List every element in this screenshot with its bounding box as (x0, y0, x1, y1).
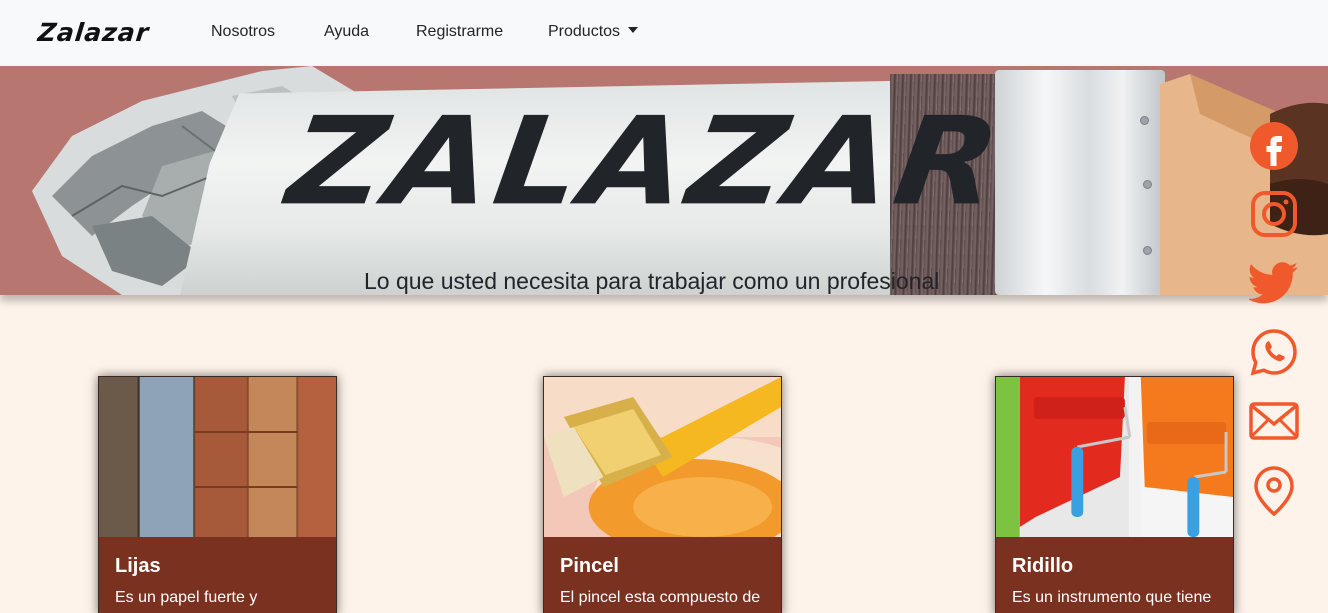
product-card-lijas[interactable]: Lijas Es un papel fuerte y (98, 376, 337, 613)
card-title: Pincel (560, 555, 619, 577)
instagram-icon[interactable] (1248, 190, 1300, 238)
sandpaper-image (99, 377, 336, 537)
twitter-icon[interactable] (1248, 262, 1300, 304)
product-card-rodillo[interactable]: Ridillo Es un instrumento que tiene (995, 376, 1234, 613)
hero-title: ZALAZAR (280, 91, 1012, 233)
card-text: Es un instrumento que tiene (1012, 589, 1212, 606)
brush-ferrule-image (995, 70, 1165, 295)
hero-subtitle: Lo que usted necesita para trabajar como… (364, 268, 940, 294)
location-pin-icon[interactable] (1248, 466, 1300, 516)
paint-roller-image (996, 377, 1233, 537)
product-card-pincel[interactable]: Pincel El pincel esta compuesto de (543, 376, 782, 613)
email-icon[interactable] (1248, 402, 1300, 440)
nav-dropdown-productos[interactable]: Productos (548, 23, 639, 41)
card-text: Es un papel fuerte y (115, 589, 258, 606)
facebook-icon[interactable] (1248, 122, 1300, 170)
caret-down-icon (628, 26, 639, 33)
brush-handle-image (1160, 74, 1328, 295)
paintbrush-image (544, 377, 781, 537)
card-text: El pincel esta compuesto de (560, 589, 761, 606)
navbar: Zalazar Nosotros Ayuda Registrarme Produ… (0, 0, 1328, 66)
card-title: Lijas (115, 555, 161, 577)
whatsapp-icon[interactable] (1248, 328, 1300, 376)
card-title: Ridillo (1012, 555, 1074, 577)
nav-link-registrarme[interactable]: Registrarme (416, 23, 503, 41)
nav-dropdown-label: Productos (548, 23, 621, 40)
nav-link-ayuda[interactable]: Ayuda (324, 23, 369, 41)
brand-logo[interactable]: Zalazar (36, 18, 150, 47)
nav-link-nosotros[interactable]: Nosotros (211, 23, 275, 41)
hero-banner: ZALAZAR Lo que usted necesita para traba… (0, 66, 1328, 295)
